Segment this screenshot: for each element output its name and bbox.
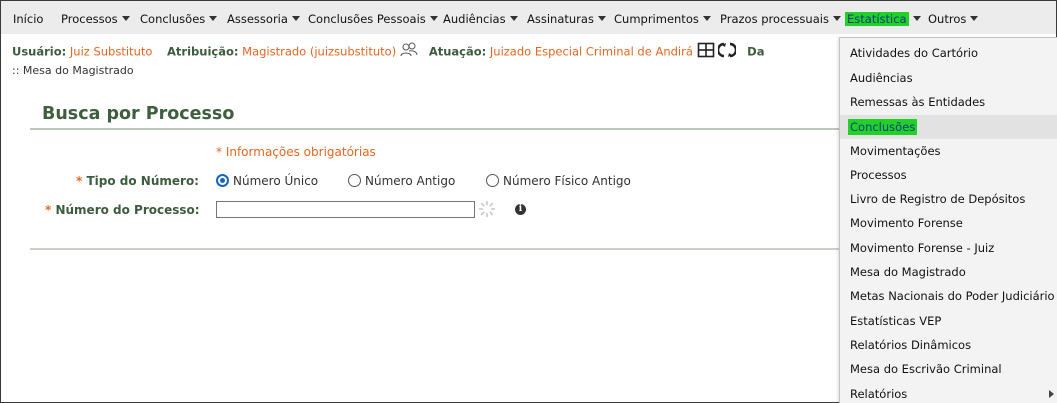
dropdown-item-mesa-do-magistrado[interactable]: Mesa do Magistrado <box>840 260 1057 284</box>
dropdown-item-label: Metas Nacionais do Poder Judiciário <box>850 289 1055 303</box>
radio-option-numero-fisico-antigo[interactable]: Número Físico Antigo <box>486 174 631 188</box>
chevron-down-icon <box>912 16 921 21</box>
menu-audiencias[interactable]: Audiências <box>443 11 518 27</box>
process-number-label: * Número do Processo: <box>45 203 200 217</box>
radio-option-numero-unico[interactable]: Número Único <box>216 174 318 188</box>
dropdown-item-relatorios-dinamicos[interactable]: Relatórios Dinâmicos <box>840 333 1057 357</box>
menu-label-active: Estatística <box>845 12 909 26</box>
radio-label: Número Antigo <box>365 174 456 188</box>
dropdown-item-label: Remessas às Entidades <box>850 95 986 109</box>
radio-option-numero-antigo[interactable]: Número Antigo <box>348 174 455 188</box>
menu-estatistica[interactable]: Estatística <box>845 11 921 27</box>
chevron-down-icon <box>429 16 438 21</box>
menu-prazos-processuais[interactable]: Prazos processuais <box>720 11 841 27</box>
radio-label: Número Físico Antigo <box>503 174 631 188</box>
dropdown-item-movimento-forense[interactable]: Movimento Forense <box>840 211 1057 235</box>
menu-outros[interactable]: Outros <box>928 11 979 27</box>
menu-label: Assinaturas <box>527 12 594 26</box>
role-label: Atribuição: <box>167 44 239 59</box>
radio-checked-icon[interactable] <box>216 174 229 187</box>
role-value: Magistrado (juizsubstituto) <box>242 44 397 59</box>
dropdown-item-metas-nacionais[interactable]: Metas Nacionais do Poder Judiciário <box>840 284 1057 308</box>
dropdown-item-label: Mesa do Escrivão Criminal <box>850 362 1002 376</box>
menu-assinaturas[interactable]: Assinaturas <box>527 11 606 27</box>
number-type-label-text: Tipo do Número: <box>86 174 199 188</box>
unit-value: Juizado Especial Criminal de Andirá <box>489 44 693 59</box>
menu-label: Audiências <box>443 12 506 26</box>
dropdown-item-livro-de-registro[interactable]: Livro de Registro de Depósitos <box>840 187 1057 211</box>
required-star: * <box>76 174 83 188</box>
dropdown-item-movimentacoes[interactable]: Movimentações <box>840 139 1057 163</box>
chevron-down-icon <box>702 16 711 21</box>
radio-label: Número Único <box>233 174 319 188</box>
required-note: * Informações obrigatórias <box>216 145 376 159</box>
menu-processos[interactable]: Processos <box>61 11 130 27</box>
dropdown-item-atividades-do-cartorio[interactable]: Atividades do Cartório <box>840 41 1057 65</box>
dropdown-item-label: Movimento Forense - Juiz <box>850 241 995 255</box>
loading-spinner-icon <box>478 200 496 221</box>
number-type-label: * Tipo do Número: <box>76 174 199 188</box>
dropdown-item-label: Atividades do Cartório <box>850 46 979 60</box>
menu-label: Prazos processuais <box>720 12 829 26</box>
menu-inicio[interactable]: Início <box>13 11 43 27</box>
menu-label: Processos <box>61 12 118 26</box>
radio-icon[interactable] <box>486 174 499 187</box>
required-star: * <box>45 203 52 217</box>
dropdown-item-label: Processos <box>850 168 907 182</box>
menu-label: Outros <box>928 12 967 26</box>
process-number-input[interactable] <box>216 201 475 218</box>
estatistica-dropdown-menu: Atividades do Cartório Audiências Remess… <box>839 37 1057 403</box>
top-menu-bar: Início Processos Conclusões Assessoria C… <box>1 1 1056 34</box>
dropdown-item-label: Movimento Forense <box>850 216 963 230</box>
breadcrumb: :: Mesa do Magistrado <box>12 64 134 77</box>
dropdown-item-processos[interactable]: Processos <box>840 163 1057 187</box>
page-title: Busca por Processo <box>42 104 235 124</box>
chevron-down-icon <box>509 16 518 21</box>
dropdown-item-label: Livro de Registro de Depósitos <box>850 192 1026 206</box>
dropdown-item-label: Movimentações <box>850 144 941 158</box>
menu-conclusoes[interactable]: Conclusões <box>140 11 218 27</box>
process-number-label-text: Número do Processo: <box>55 203 200 217</box>
radio-icon[interactable] <box>348 174 361 187</box>
dropdown-item-label: Mesa do Magistrado <box>850 265 966 279</box>
menu-label: Conclusões <box>140 12 206 26</box>
truncated-label: Da <box>747 44 765 59</box>
dropdown-item-movimento-forense-juiz[interactable]: Movimento Forense - Juiz <box>840 236 1057 260</box>
user-label: Usuário: <box>12 44 67 59</box>
menu-label: Cumprimentos <box>614 12 699 26</box>
dropdown-item-relatorios[interactable]: Relatórios <box>840 382 1057 403</box>
menu-assessoria[interactable]: Assessoria <box>227 11 300 27</box>
dropdown-item-mesa-do-escrivao-criminal[interactable]: Mesa do Escrivão Criminal <box>840 357 1057 381</box>
dropdown-item-audiencias[interactable]: Audiências <box>840 66 1057 90</box>
chevron-down-icon <box>291 16 300 21</box>
menu-cumprimentos[interactable]: Cumprimentos <box>614 11 711 27</box>
grid-icon[interactable] <box>697 42 715 61</box>
menu-conclusoes-pessoais[interactable]: Conclusões Pessoais <box>308 11 438 27</box>
chevron-right-icon <box>1049 390 1054 398</box>
info-icon[interactable]: i <box>515 204 526 215</box>
chevron-down-icon <box>597 16 606 21</box>
dropdown-item-label: Audiências <box>850 71 913 85</box>
users-icon[interactable] <box>400 42 418 61</box>
dropdown-item-label: Conclusões <box>848 119 918 135</box>
menu-label: Conclusões Pessoais <box>308 12 426 26</box>
dropdown-item-label: Estatísticas VEP <box>850 314 942 328</box>
unit-label: Atuação: <box>428 44 487 59</box>
user-info-line: Usuário: Juiz Substituto Atribuição: Mag… <box>12 42 764 61</box>
chevron-down-icon <box>970 16 979 21</box>
menu-label: Assessoria <box>227 12 288 26</box>
panel-divider <box>30 248 880 250</box>
dropdown-item-label: Relatórios <box>850 387 908 401</box>
chevron-down-icon <box>832 16 841 21</box>
menu-label: Início <box>13 12 44 26</box>
dropdown-item-label: Relatórios Dinâmicos <box>850 338 972 352</box>
dropdown-item-estatisticas-vep[interactable]: Estatísticas VEP <box>840 309 1057 333</box>
chevron-down-icon <box>209 16 218 21</box>
dropdown-item-conclusoes[interactable]: Conclusões <box>840 115 1057 139</box>
user-value: Juiz Substituto <box>69 44 153 59</box>
chevron-down-icon <box>121 16 130 21</box>
refresh-icon[interactable] <box>717 42 738 61</box>
dropdown-item-remessas-as-entidades[interactable]: Remessas às Entidades <box>840 90 1057 114</box>
title-divider <box>30 128 880 130</box>
